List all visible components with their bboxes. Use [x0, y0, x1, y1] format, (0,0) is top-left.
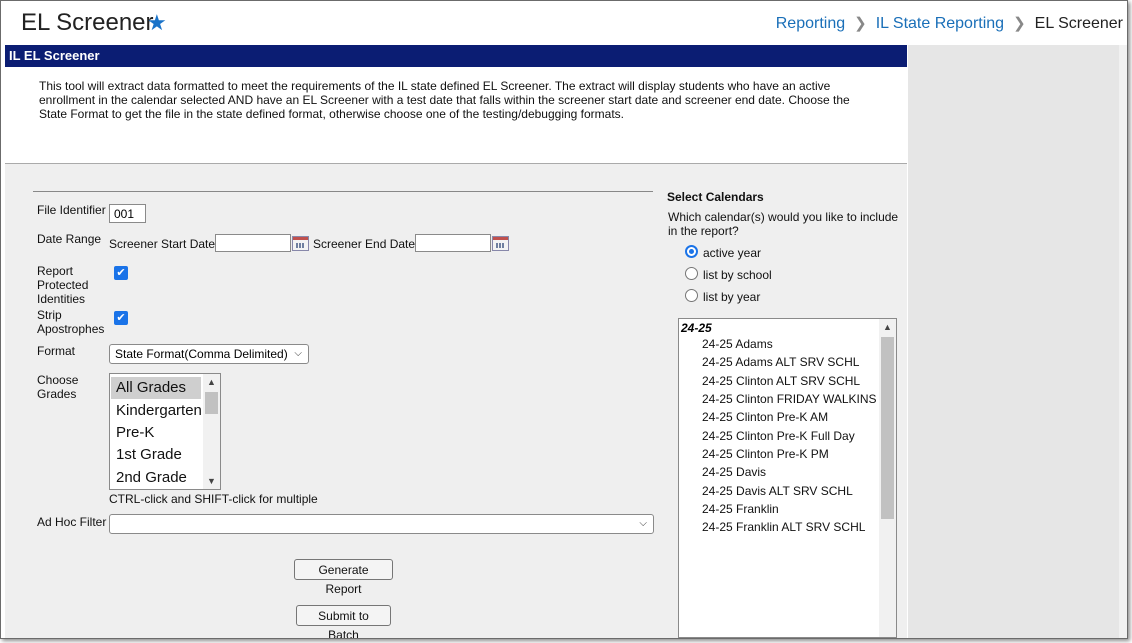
scrollbar-thumb[interactable]	[881, 337, 894, 519]
scroll-up-icon[interactable]: ▲	[203, 375, 220, 389]
panel-title: IL EL Screener	[5, 45, 907, 67]
grade-option-kindergarten[interactable]: Kindergarten	[111, 400, 202, 422]
radio-list-by-year[interactable]	[685, 289, 698, 302]
calendar-option[interactable]: 24-25 Clinton Pre-K Full Day	[702, 429, 855, 443]
calendars-scrollbar[interactable]: ▲	[879, 319, 896, 637]
grades-listbox[interactable]: All Grades Kindergarten Pre-K 1st Grade …	[109, 373, 221, 490]
end-date-label: Screener End Date	[313, 237, 416, 251]
radio-list-by-school-label: list by school	[703, 268, 772, 282]
generate-report-button[interactable]: Generate Report	[294, 559, 393, 596]
adhoc-filter-label: Ad Hoc Filter	[37, 515, 107, 529]
checkmark-icon: ✔	[116, 267, 126, 279]
end-date-input[interactable]	[415, 234, 491, 252]
side-gray-area	[908, 45, 1127, 638]
radio-list-by-year-label: list by year	[703, 290, 761, 304]
calendars-question-line1: Which calendar(s) would you like to incl…	[668, 210, 899, 224]
grade-option-pre-k[interactable]: Pre-K	[111, 422, 201, 444]
calendar-option[interactable]: 24-25 Adams ALT SRV SCHL	[702, 355, 859, 369]
chevron-down-icon: ⌵	[294, 348, 302, 359]
breadcrumb-il-state-reporting[interactable]: IL State Reporting	[876, 15, 1004, 32]
scroll-up-icon[interactable]: ▲	[879, 320, 896, 334]
protected-label-line2: Protected	[37, 278, 89, 292]
protected-label-line3: Identities	[37, 292, 86, 306]
select-calendars-title: Select Calendars	[667, 190, 764, 204]
grades-label-line1: Choose	[37, 373, 79, 387]
scrollbar-thumb[interactable]	[205, 392, 218, 414]
breadcrumb: Reporting ❯ IL State Reporting ❯ EL Screener	[776, 14, 1123, 33]
calendar-icon[interactable]	[292, 236, 309, 251]
grade-option-1st-grade[interactable]: 1st Grade	[111, 444, 201, 466]
page-title: EL Screener	[21, 9, 154, 36]
chevron-right-icon: ❯	[1013, 15, 1026, 32]
calendar-group-label: 24-25	[681, 321, 712, 335]
grades-hint: CTRL-click and SHIFT-click for multiple	[109, 492, 318, 506]
tool-description: This tool will extract data formatted to…	[39, 79, 850, 121]
radio-active-year-label: active year	[703, 246, 762, 260]
grade-option-2nd-grade[interactable]: 2nd Grade	[111, 467, 201, 489]
calendar-option[interactable]: 24-25 Clinton Pre-K PM	[702, 447, 829, 461]
adhoc-filter-select[interactable]: ⌵	[109, 514, 654, 534]
page-scrollbar[interactable]	[1119, 45, 1127, 638]
grades-label-line2: Grades	[37, 387, 77, 401]
calendar-option[interactable]: 24-25 Clinton Pre-K AM	[702, 410, 828, 424]
format-label: Format	[37, 344, 76, 358]
calendar-icon[interactable]	[492, 236, 509, 251]
radio-active-year[interactable]	[685, 245, 698, 258]
radio-list-by-school[interactable]	[685, 267, 698, 280]
star-icon[interactable]: ★	[147, 10, 167, 36]
grades-scrollbar[interactable]: ▲ ▼	[203, 374, 220, 489]
protected-label-line1: Report	[37, 264, 74, 278]
submit-to-batch-button[interactable]: Submit to Batch	[296, 605, 391, 638]
start-date-label: Screener Start Date	[109, 237, 216, 251]
file-identifier-input[interactable]	[109, 204, 146, 223]
scroll-down-icon[interactable]: ▼	[203, 474, 220, 488]
protected-identities-checkbox[interactable]: ✔	[114, 266, 128, 280]
chevron-down-icon: ⌵	[639, 518, 647, 529]
checkmark-icon: ✔	[116, 312, 126, 324]
start-date-input[interactable]	[215, 234, 291, 252]
strip-label-line1: Strip	[37, 308, 62, 322]
strip-apostrophes-checkbox[interactable]: ✔	[114, 311, 128, 325]
app-window: EL Screener ★ Reporting ❯ IL State Reporti…	[0, 0, 1128, 639]
calendars-question-line2: in the report?	[668, 224, 739, 238]
strip-label-line2: Apostrophes	[37, 322, 105, 336]
breadcrumb-reporting[interactable]: Reporting	[776, 15, 845, 32]
grade-option-all-grades[interactable]: All Grades	[111, 377, 201, 399]
calendar-option[interactable]: 24-25 Clinton FRIDAY WALKINS	[702, 392, 877, 406]
calendar-option[interactable]: 24-25 Franklin	[702, 502, 779, 516]
calendars-listbox[interactable]: 24-25 24-25 Adams 24-25 Adams ALT SRV SC…	[678, 318, 897, 638]
calendar-option[interactable]: 24-25 Franklin ALT SRV SCHL	[702, 520, 865, 534]
format-select-value: State Format(Comma Delimited)	[115, 347, 288, 361]
calendar-option[interactable]: 24-25 Clinton ALT SRV SCHL	[702, 374, 860, 388]
calendar-option[interactable]: 24-25 Davis	[702, 465, 766, 479]
divider	[33, 191, 653, 192]
chevron-right-icon: ❯	[854, 15, 867, 32]
file-identifier-label: File Identifier	[37, 203, 106, 217]
calendar-option[interactable]: 24-25 Adams	[702, 337, 773, 351]
calendar-option[interactable]: 24-25 Davis ALT SRV SCHL	[702, 484, 853, 498]
breadcrumb-current: EL Screener	[1034, 15, 1123, 32]
format-select[interactable]: State Format(Comma Delimited) ⌵	[109, 344, 309, 364]
date-range-label: Date Range	[37, 232, 102, 246]
